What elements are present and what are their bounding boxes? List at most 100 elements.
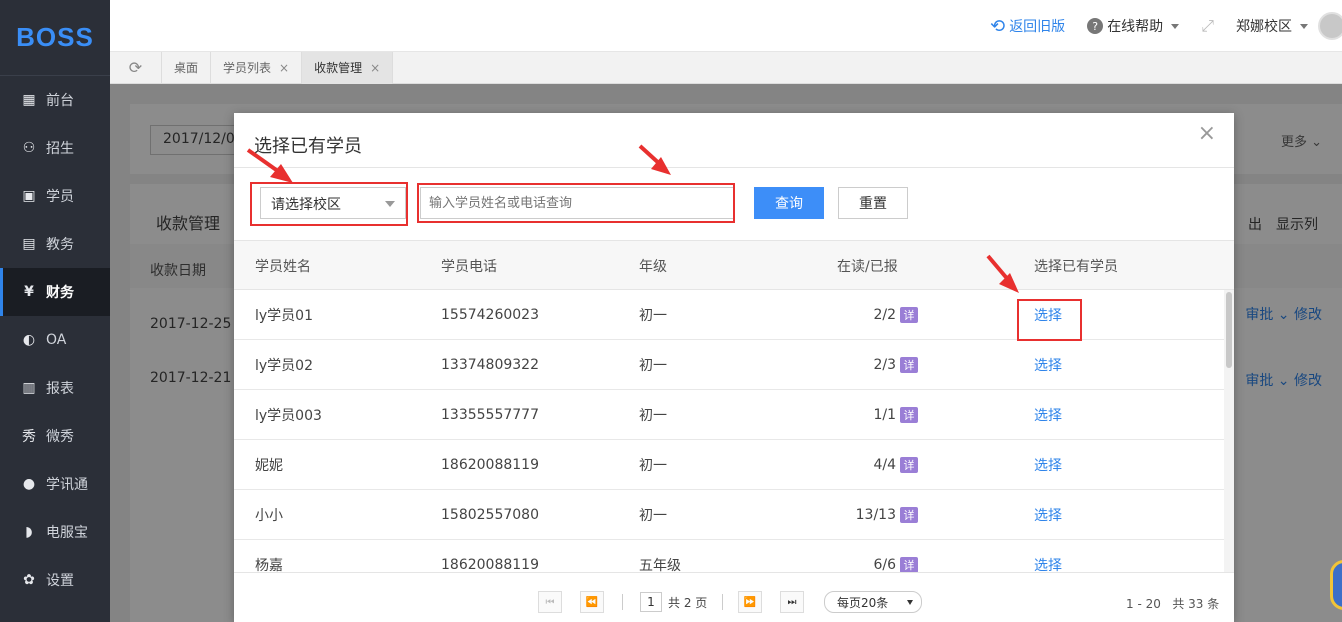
enrollment-count: 6/6 详 (794, 540, 918, 572)
sidebar-item-label: 微秀 (46, 429, 74, 445)
student-phone: 18620088119 (441, 557, 539, 572)
sidebar-item-label: 学讯通 (46, 477, 88, 493)
help-icon: ? (1087, 18, 1104, 34)
record-range: 1 - 20 共 33 条 (1126, 597, 1220, 611)
student-grade: 初一 (639, 458, 667, 474)
top-bar: ⟲ 返回旧版 ? 在线帮助 ⤢ 郑娜校区 (110, 0, 1342, 52)
last-page-icon[interactable]: ⏭ (780, 591, 804, 613)
detail-badge[interactable]: 详 (900, 407, 918, 423)
name-column-header: 学员姓名 (255, 259, 311, 275)
detail-badge[interactable]: 详 (900, 457, 918, 473)
select-student-link[interactable]: 选择 (1034, 340, 1062, 390)
tab-0[interactable]: 桌面 (162, 51, 212, 84)
chevron-down-icon (1171, 23, 1180, 29)
student-name: ly学员01 (255, 308, 313, 324)
sidebar-item-2[interactable]: ▣ 学员 (0, 172, 110, 220)
detail-badge[interactable]: 详 (900, 307, 918, 323)
boss-logo[interactable]: BOSS (0, 0, 110, 76)
scrollbar-thumb[interactable] (1226, 292, 1232, 368)
table-header: 学员姓名 学员电话 年级 在读/已报 选择已有学员 (234, 240, 1234, 290)
avatar[interactable] (1318, 12, 1342, 40)
student-grade: 五年级 (639, 558, 681, 572)
student-phone: 18620088119 (441, 457, 539, 473)
enrollment-count: 1/1 详 (794, 390, 918, 440)
sidebar-item-6[interactable]: ▥ 报表 (0, 364, 110, 412)
count-column-header: 在读/已报 (837, 259, 898, 275)
tab-2[interactable]: 收款管理 × (302, 51, 394, 84)
close-icon[interactable]: × (279, 61, 289, 75)
highlight-box (250, 182, 408, 226)
gear-icon: ✿ (23, 572, 35, 588)
chevron-down-icon (907, 600, 913, 605)
student-name: ly学员003 (255, 408, 322, 424)
grade-column-header: 年级 (639, 259, 667, 275)
sidebar-item-1[interactable]: ⚇ 招生 (0, 124, 110, 172)
select-student-link[interactable]: 选择 (1034, 540, 1062, 572)
sidebar-item-8[interactable]: ● 学讯通 (0, 460, 110, 508)
pagination: ⏮ ⏪ 1 共 2 页 ⏩ ⏭ 每页20条 1 - 20 共 33 条 (234, 572, 1234, 622)
reset-button[interactable]: 重置 (838, 187, 908, 219)
sidebar-item-3[interactable]: ▤ 教务 (0, 220, 110, 268)
sidebar-item-label: 设置 (46, 573, 74, 589)
table-scrollbar[interactable] (1224, 290, 1234, 572)
show-icon: 秀 (22, 429, 36, 445)
online-help-menu[interactable]: ? 在线帮助 (1087, 16, 1180, 36)
tab-1[interactable]: 学员列表 × (211, 51, 303, 84)
select-student-link[interactable]: 选择 (1034, 390, 1062, 440)
detail-badge[interactable]: 详 (900, 357, 918, 373)
student-grade: 初一 (639, 308, 667, 324)
student-name: 小小 (255, 508, 283, 524)
next-page-icon[interactable]: ⏩ (738, 591, 762, 613)
student-name: ly学员02 (255, 358, 313, 374)
sidebar-item-10[interactable]: ✿ 设置 (0, 556, 110, 604)
refresh-icon[interactable]: ⟳ (110, 51, 162, 84)
expand-icon: ⤢ (1201, 16, 1214, 35)
sidebar-item-9[interactable]: ◗ 电服宝 (0, 508, 110, 556)
sidebar-item-label: 前台 (46, 93, 74, 109)
student-grade: 初一 (639, 358, 667, 374)
enrollment-count: 4/4 详 (794, 440, 918, 490)
fullscreen-button[interactable]: ⤢ (1201, 16, 1214, 36)
divider (622, 594, 623, 610)
detail-badge[interactable]: 详 (900, 507, 918, 523)
student-phone: 15802557080 (441, 507, 539, 523)
divider (722, 594, 723, 610)
select-student-link[interactable]: 选择 (1034, 490, 1062, 540)
page-size-select[interactable]: 每页20条 (824, 591, 922, 613)
select-student-link[interactable]: 选择 (1034, 440, 1062, 490)
phone-column-header: 学员电话 (441, 259, 497, 275)
location-pin-icon: ● (22, 476, 36, 492)
student-name: 杨嘉 (255, 558, 283, 572)
sidebar-item-label: 招生 (46, 141, 74, 157)
modal-title: 选择已有学员 (254, 136, 362, 157)
chevron-down-icon (1300, 23, 1308, 29)
close-icon[interactable]: × (1198, 121, 1216, 146)
sidebar-item-label: OA (46, 332, 67, 348)
first-page-icon[interactable]: ⏮ (538, 591, 562, 613)
sidebar-item-label: 学员 (46, 189, 74, 205)
sidebar-item-0[interactable]: ▦ 前台 (0, 76, 110, 124)
table-row: ly学员02 13374809322 初一 2/3 详 选择 (234, 340, 1224, 390)
query-button[interactable]: 查询 (754, 187, 824, 219)
campus-menu[interactable]: 郑娜校区 (1236, 16, 1308, 36)
back-to-old-version-link[interactable]: ⟲ 返回旧版 (990, 16, 1065, 37)
total-pages: 共 2 页 (668, 596, 708, 610)
sidebar-item-5[interactable]: ◐ OA (0, 316, 110, 364)
sidebar-item-label: 电服宝 (46, 525, 88, 541)
enrollment-count: 2/2 详 (794, 290, 918, 340)
page-number-input[interactable]: 1 (640, 592, 662, 612)
chat-icon: ◐ (22, 332, 36, 348)
book-icon: ▤ (22, 236, 36, 252)
close-icon[interactable]: × (370, 61, 380, 75)
sidebar-item-4[interactable]: ¥ 财务 (0, 268, 110, 316)
student-phone: 13374809322 (441, 357, 539, 373)
floating-widget[interactable] (1330, 560, 1342, 610)
bar-chart-icon: ▥ (22, 380, 36, 396)
table-row: ly学员003 13355557777 初一 1/1 详 选择 (234, 390, 1224, 440)
student-grade: 初一 (639, 508, 667, 524)
student-phone: 13355557777 (441, 407, 539, 423)
student-phone: 15574260023 (441, 307, 539, 323)
sidebar-item-7[interactable]: 秀微秀 (0, 412, 110, 460)
detail-badge[interactable]: 详 (900, 557, 918, 572)
prev-page-icon[interactable]: ⏪ (580, 591, 604, 613)
